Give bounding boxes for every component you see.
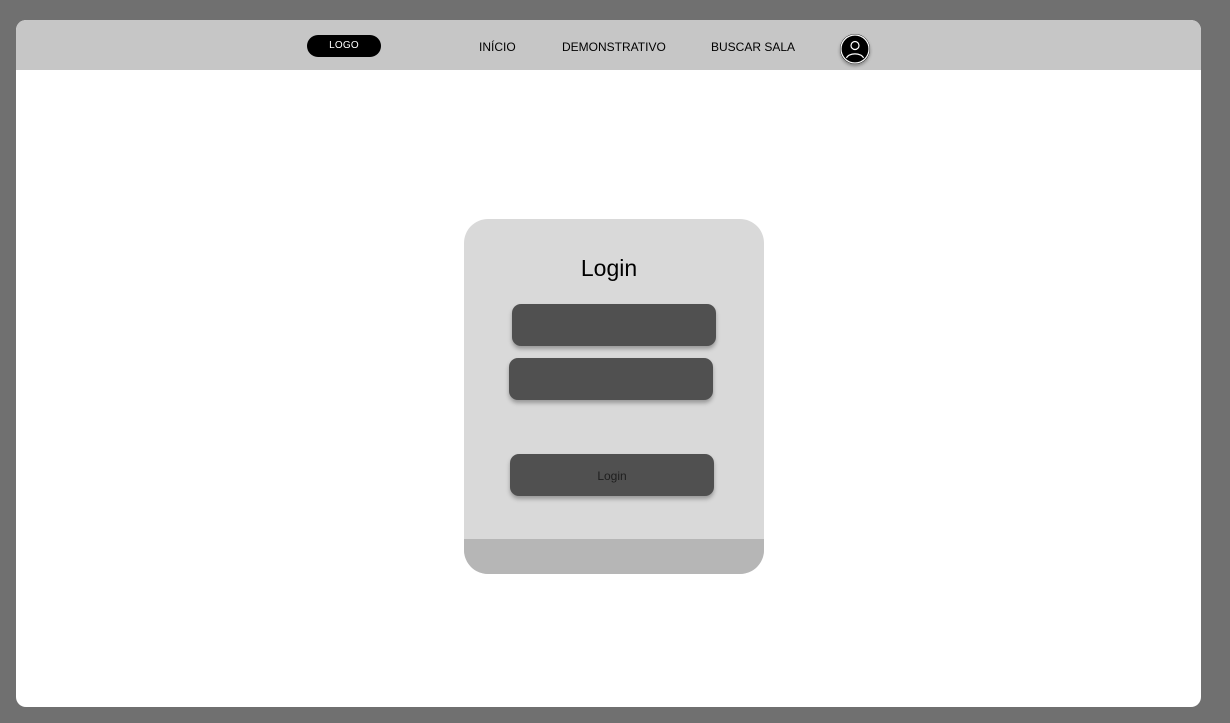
login-title: Login	[580, 255, 638, 281]
nav-link-inicio[interactable]: INÍCIO	[479, 40, 516, 54]
top-navigation-bar: LOGO INÍCIO DEMONSTRATIVO BUSCAR SALA	[16, 20, 1201, 70]
username-field[interactable]	[512, 304, 716, 346]
nav-link-buscar-sala[interactable]: BUSCAR SALA	[711, 40, 795, 54]
user-avatar-icon[interactable]	[840, 34, 870, 64]
login-card-footer	[464, 539, 764, 574]
app-window: LOGO INÍCIO DEMONSTRATIVO BUSCAR SALA Lo…	[16, 20, 1201, 707]
nav-link-demonstrativo[interactable]: DEMONSTRATIVO	[562, 40, 666, 54]
login-card: Login Login	[464, 219, 764, 574]
login-button[interactable]: Login	[510, 454, 714, 496]
logo[interactable]: LOGO	[307, 35, 381, 57]
password-field[interactable]	[509, 358, 713, 400]
